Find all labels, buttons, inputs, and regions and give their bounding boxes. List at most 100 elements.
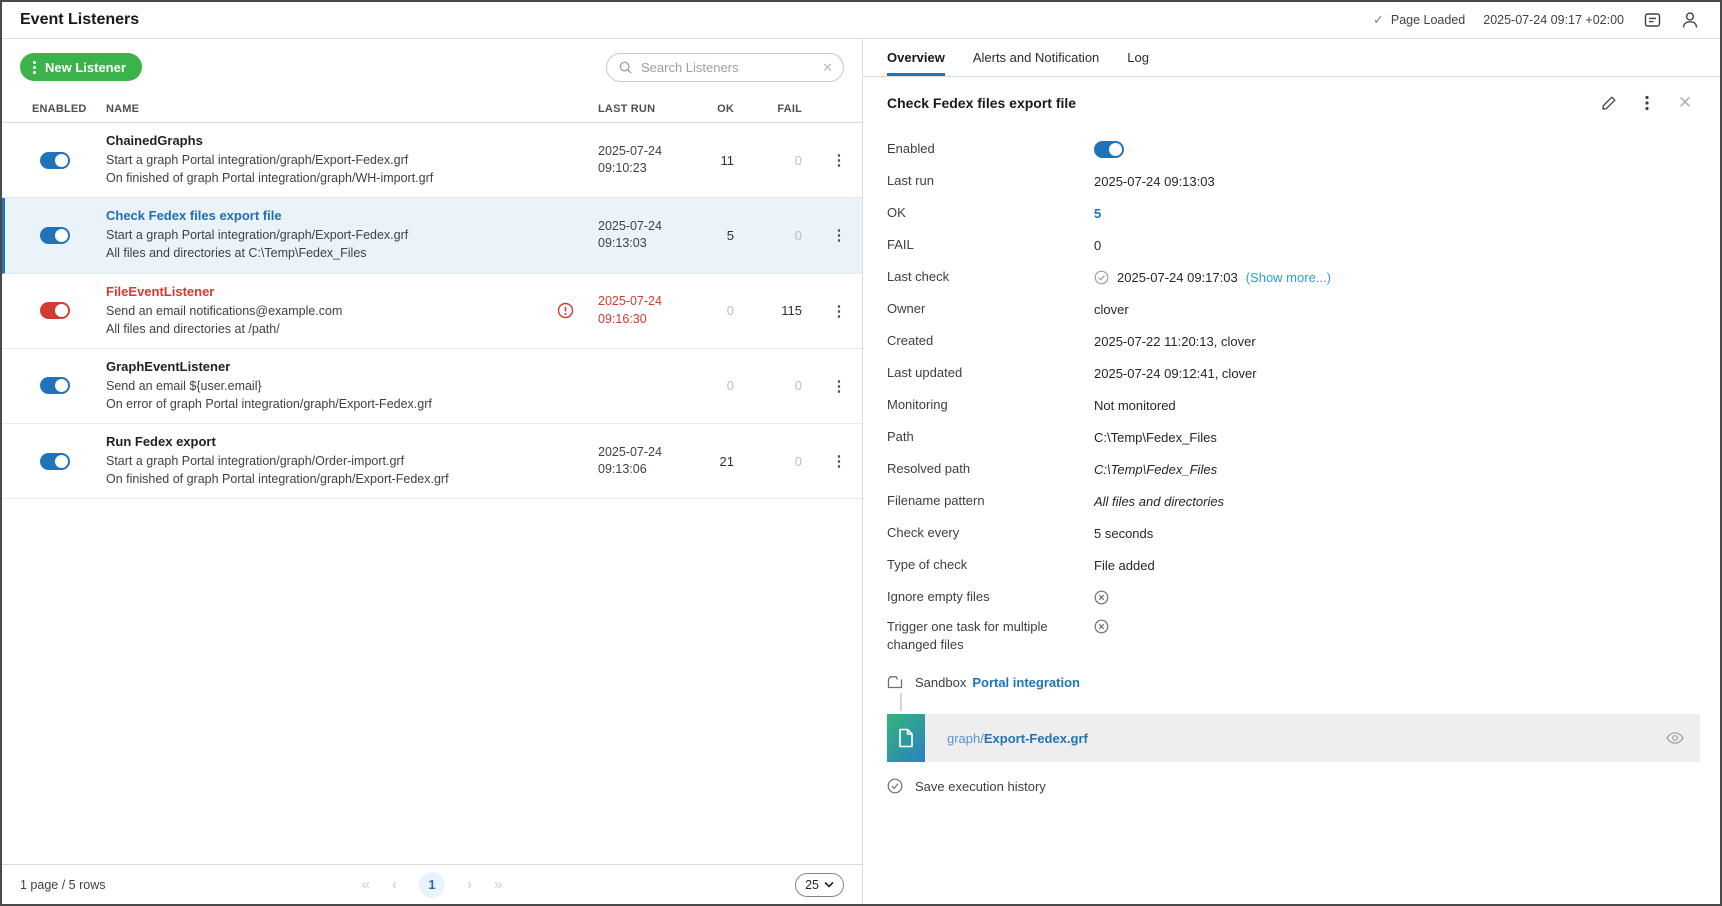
prev-page-button[interactable]: ‹ <box>392 876 397 893</box>
field-row-path: Path C:\Temp\Fedex_Files <box>863 421 1720 453</box>
listener-trigger: On finished of graph Portal integration/… <box>106 470 548 488</box>
connector-line <box>900 693 902 711</box>
graph-file-path[interactable]: graph/Export-Fedex.grf <box>925 731 1666 746</box>
cross-circle-icon <box>1094 619 1109 634</box>
field-label: Path <box>887 428 1094 446</box>
row-menu-button[interactable]: ⋮ <box>816 302 862 320</box>
user-account-icon[interactable] <box>1680 10 1700 30</box>
graph-file-row[interactable]: graph/Export-Fedex.grf <box>887 714 1700 762</box>
listener-trigger: On finished of graph Portal integration/… <box>106 169 548 187</box>
ok-count: 5 <box>694 228 754 243</box>
graph-file-prefix: graph/ <box>947 731 984 746</box>
list-toolbar: New Listener ✕ <box>2 39 862 95</box>
preview-file-button[interactable] <box>1666 732 1700 744</box>
tab-log[interactable]: Log <box>1127 39 1149 76</box>
field-row-created: Created 2025-07-22 11:20:13, clover <box>863 325 1720 357</box>
page-status-label: Page Loaded <box>1391 13 1465 27</box>
field-label: Type of check <box>887 556 1094 574</box>
row-menu-button[interactable]: ⋮ <box>816 151 862 169</box>
listener-name[interactable]: Run Fedex export <box>106 434 548 449</box>
ok-count: 21 <box>694 454 754 469</box>
table-row-error[interactable]: FileEventListener Send an email notifica… <box>2 274 862 349</box>
feedback-icon[interactable] <box>1642 10 1662 30</box>
pagination: « ‹ 1 › » <box>362 872 503 898</box>
last-run-cell: 2025-07-24 09:13:03 <box>582 218 694 253</box>
row-menu-button[interactable]: ⋮ <box>816 377 862 395</box>
clear-search-icon[interactable]: ✕ <box>822 61 833 74</box>
tab-overview[interactable]: Overview <box>887 39 945 76</box>
listener-name[interactable]: ChainedGraphs <box>106 133 548 148</box>
listener-trigger: All files and directories at /path/ <box>106 320 548 338</box>
top-bar: Event Listeners ✓ Page Loaded 2025-07-24… <box>2 2 1720 39</box>
field-value: C:\Temp\Fedex_Files <box>1094 430 1217 445</box>
sandbox-link[interactable]: Portal integration <box>972 675 1080 690</box>
save-history-row: Save execution history <box>863 778 1720 794</box>
enabled-toggle[interactable] <box>40 152 70 169</box>
listener-name[interactable]: FileEventListener <box>106 284 548 299</box>
field-value: C:\Temp\Fedex_Files <box>1094 462 1217 477</box>
field-label: Resolved path <box>887 460 1094 478</box>
field-row-monitoring: Monitoring Not monitored <box>863 389 1720 421</box>
app-window: Event Listeners ✓ Page Loaded 2025-07-24… <box>0 0 1722 906</box>
field-row-last-updated: Last updated 2025-07-24 09:12:41, clover <box>863 357 1720 389</box>
listener-action: Start a graph Portal integration/graph/E… <box>106 151 548 169</box>
enabled-toggle[interactable] <box>40 453 70 470</box>
listener-action: Start a graph Portal integration/graph/E… <box>106 226 548 244</box>
search-input[interactable] <box>641 60 814 75</box>
edit-button[interactable] <box>1600 94 1618 112</box>
table-row[interactable]: ChainedGraphs Start a graph Portal integ… <box>2 123 862 198</box>
detail-enabled-toggle[interactable] <box>1094 141 1124 158</box>
listener-name[interactable]: Check Fedex files export file <box>106 208 548 223</box>
cross-circle-icon <box>1094 590 1109 605</box>
table-row[interactable]: Run Fedex export Start a graph Portal in… <box>2 424 862 499</box>
table-row-selected[interactable]: Check Fedex files export file Start a gr… <box>2 198 862 273</box>
table-row[interactable]: GraphEventListener Send an email ${user.… <box>2 349 862 424</box>
fail-count: 0 <box>754 454 816 469</box>
enabled-toggle[interactable] <box>40 302 70 319</box>
close-detail-button[interactable]: ✕ <box>1676 94 1694 112</box>
enabled-toggle[interactable] <box>40 377 70 394</box>
new-listener-button[interactable]: New Listener <box>20 53 142 81</box>
fail-count: 0 <box>754 153 816 168</box>
table-header: ENABLED NAME LAST RUN OK FAIL <box>2 95 862 123</box>
field-label: Owner <box>887 300 1094 318</box>
detail-fields: Enabled Last run 2025-07-24 09:13:03 OK … <box>863 129 1720 657</box>
field-label: Created <box>887 332 1094 350</box>
field-row-enabled: Enabled <box>863 133 1720 165</box>
detail-title: Check Fedex files export file <box>887 95 1076 111</box>
graph-file-name[interactable]: Export-Fedex.grf <box>984 731 1088 746</box>
next-page-button[interactable]: › <box>467 876 472 893</box>
search-box[interactable]: ✕ <box>606 53 844 82</box>
save-history-label: Save execution history <box>915 779 1046 794</box>
col-header-ok: OK <box>694 103 754 115</box>
field-value: clover <box>1094 302 1129 317</box>
row-menu-button[interactable]: ⋮ <box>816 452 862 470</box>
listener-name[interactable]: GraphEventListener <box>106 359 548 374</box>
current-page-button[interactable]: 1 <box>419 872 445 898</box>
col-header-last-run: LAST RUN <box>582 103 694 115</box>
tab-alerts-and-notification[interactable]: Alerts and Notification <box>973 39 1099 76</box>
listener-action: Send an email notifications@example.com <box>106 302 548 320</box>
field-row-last-check: Last check 2025-07-24 09:17:03 (Show mor… <box>863 261 1720 293</box>
detail-tabs: Overview Alerts and Notification Log <box>863 39 1720 77</box>
field-label: OK <box>887 204 1094 222</box>
ok-count-value[interactable]: 5 <box>1094 206 1101 221</box>
last-page-button[interactable]: » <box>494 876 502 893</box>
enabled-toggle[interactable] <box>40 227 70 244</box>
detail-menu-button[interactable] <box>1638 94 1656 112</box>
col-header-enabled: ENABLED <box>32 103 106 115</box>
page-size-value: 25 <box>805 878 819 892</box>
listener-trigger: All files and directories at C:\Temp\Fed… <box>106 244 548 262</box>
field-label: Monitoring <box>887 396 1094 414</box>
show-more-link[interactable]: (Show more...) <box>1246 270 1331 285</box>
field-value: File added <box>1094 558 1155 573</box>
row-menu-button[interactable]: ⋮ <box>816 226 862 244</box>
field-value: 5 seconds <box>1094 526 1153 541</box>
first-page-button[interactable]: « <box>362 876 370 893</box>
page-size-select[interactable]: 25 <box>795 873 844 897</box>
listeners-list-panel: New Listener ✕ ENABLED NAME LAST RUN OK … <box>2 39 863 904</box>
detail-header: Check Fedex files export file ✕ <box>863 77 1720 129</box>
listener-trigger: On error of graph Portal integration/gra… <box>106 395 548 413</box>
field-value: 2025-07-24 09:12:41, clover <box>1094 366 1257 381</box>
field-label: Ignore empty files <box>887 588 1094 606</box>
